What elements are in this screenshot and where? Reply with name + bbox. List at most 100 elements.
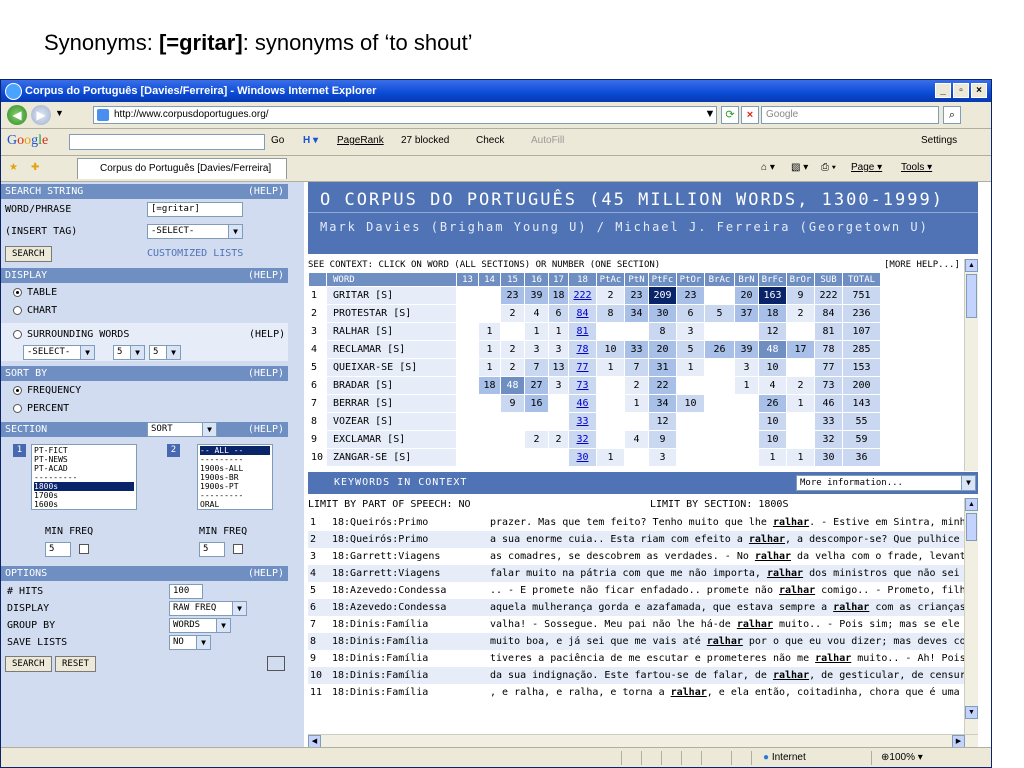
list-item[interactable]: --------- [200,455,270,464]
frequency-cell[interactable] [704,358,735,377]
word-link[interactable]: VOZEAR [S] [326,412,457,431]
frequency-cell[interactable] [456,394,479,413]
hits-input[interactable]: 100 [169,584,203,599]
frequency-cell[interactable] [478,448,501,467]
frequency-cell[interactable] [704,286,735,305]
frequency-cell[interactable]: 1 [676,358,705,377]
popup-blocked-button[interactable]: 27 blocked [401,135,449,146]
word-link[interactable]: QUEIXAR-SE [S] [326,358,457,377]
maximize-button[interactable]: ▫ [953,83,969,98]
frequency-cell[interactable] [676,430,705,449]
word-link[interactable]: BRADAR [S] [326,376,457,395]
insert-tag-select[interactable]: -SELECT- ▼ [147,224,243,239]
google-search-input[interactable] [69,134,265,150]
keyword-link[interactable]: ralhar [749,534,785,545]
frequency-cell[interactable]: 23 [676,286,705,305]
frequency-cell[interactable]: 4 [758,376,787,395]
list-item[interactable]: -- ALL -- [200,446,270,455]
frequency-cell[interactable] [624,412,649,431]
keyword-link[interactable]: ralhar [737,619,773,630]
frequency-cell[interactable]: 3 [548,340,569,359]
zoom-level[interactable]: ⊕100% ▾ [881,752,923,763]
reset-button[interactable]: RESET [55,656,97,672]
frequency-cell[interactable]: 34 [648,394,677,413]
word-link[interactable]: GRITAR [S] [326,286,457,305]
frequency-cell[interactable]: 23 [624,286,649,305]
keyword-link[interactable]: ralhar [815,653,851,664]
frequency-cell[interactable]: 222 [568,286,597,305]
frequency-cell[interactable] [734,412,759,431]
right-span-select[interactable]: 5 ▼ [149,345,181,360]
frequency-cell[interactable]: 22 [648,376,677,395]
word-phrase-input[interactable]: [=gritar] [147,202,243,217]
frequency-cell[interactable]: 2 [524,430,549,449]
back-icon[interactable]: ◀ [7,105,27,125]
frequency-cell[interactable]: 1 [786,448,815,467]
section-2-listbox[interactable]: -- ALL -- --------- 1900s-ALL 1900s-BR 1900s… [197,444,273,510]
frequency-cell[interactable]: 27 [524,376,549,395]
keyword-link[interactable]: ralhar [707,636,743,647]
scroll-up-icon[interactable]: ▲ [965,498,978,511]
frequency-cell[interactable] [704,412,735,431]
settings-button[interactable]: Settings [921,135,957,146]
help-link[interactable]: (HELP) [248,366,284,381]
frequency-cell[interactable] [704,448,735,467]
refresh-icon[interactable]: ⟳ [721,106,739,124]
frequency-cell[interactable] [596,412,625,431]
frequency-cell[interactable] [456,340,479,359]
scroll-right-icon[interactable]: ▶ [952,735,965,747]
frequency-cell[interactable]: 1 [548,322,569,341]
frequency-cell[interactable] [786,430,815,449]
frequency-cell[interactable]: 8 [648,322,677,341]
help-link[interactable]: (HELP) [248,422,284,437]
home-icon[interactable]: ⌂ ▾ [761,162,775,173]
frequency-cell[interactable]: 12 [758,322,787,341]
search-submit-button[interactable]: SEARCH [5,656,52,672]
frequency-cell[interactable]: 4 [624,430,649,449]
frequency-cell[interactable] [456,376,479,395]
horizontal-scrollbar[interactable]: ◀ ▶ [308,734,978,747]
frequency-cell[interactable]: 18 [758,304,787,323]
min-freq-1-checkbox[interactable] [79,544,89,554]
keyword-link[interactable]: ralhar [773,670,809,681]
frequency-cell[interactable]: 81 [568,322,597,341]
word-link[interactable]: RALHAR [S] [326,322,457,341]
surrounding-words-radio[interactable] [13,330,22,339]
frequency-cell[interactable]: 31 [648,358,677,377]
frequency-cell[interactable]: 2 [500,340,525,359]
frequency-cell[interactable]: 1 [758,448,787,467]
frequency-cell[interactable] [704,376,735,395]
scroll-left-icon[interactable]: ◀ [308,735,321,747]
frequency-cell[interactable]: 39 [524,286,549,305]
list-item[interactable]: --------- [200,491,270,500]
list-item[interactable]: --------- [34,473,134,482]
frequency-cell[interactable] [456,286,479,305]
frequency-cell[interactable]: 12 [648,412,677,431]
frequency-cell[interactable]: 73 [568,376,597,395]
list-item[interactable]: PT-ACAD [34,464,134,473]
frequency-cell[interactable]: 33 [568,412,597,431]
frequency-cell[interactable] [478,412,501,431]
group-by-select[interactable]: WORDS ▼ [169,618,231,633]
chart-radio[interactable] [13,306,22,315]
frequency-cell[interactable]: 2 [786,376,815,395]
list-item[interactable]: ORAL [200,500,270,509]
frequency-cell[interactable]: 32 [568,430,597,449]
frequency-cell[interactable]: 48 [500,376,525,395]
frequency-cell[interactable] [596,394,625,413]
frequency-cell[interactable]: 3 [648,448,677,467]
frequency-cell[interactable] [624,322,649,341]
feeds-icon[interactable]: ▧ ▾ [791,162,808,173]
tab-corpus[interactable]: Corpus do Português [Davies/Ferreira] [77,158,287,179]
min-freq-2-checkbox[interactable] [233,544,243,554]
frequency-cell[interactable] [596,430,625,449]
frequency-cell[interactable] [500,448,525,467]
frequency-cell[interactable]: 30 [568,448,597,467]
frequency-cell[interactable]: 1 [624,394,649,413]
keyword-link[interactable]: ralhar [767,568,803,579]
frequency-cell[interactable] [704,430,735,449]
word-link[interactable]: EXCLAMAR [S] [326,430,457,449]
frequency-cell[interactable]: 20 [734,286,759,305]
frequency-cell[interactable]: 5 [676,340,705,359]
frequency-cell[interactable]: 17 [786,340,815,359]
